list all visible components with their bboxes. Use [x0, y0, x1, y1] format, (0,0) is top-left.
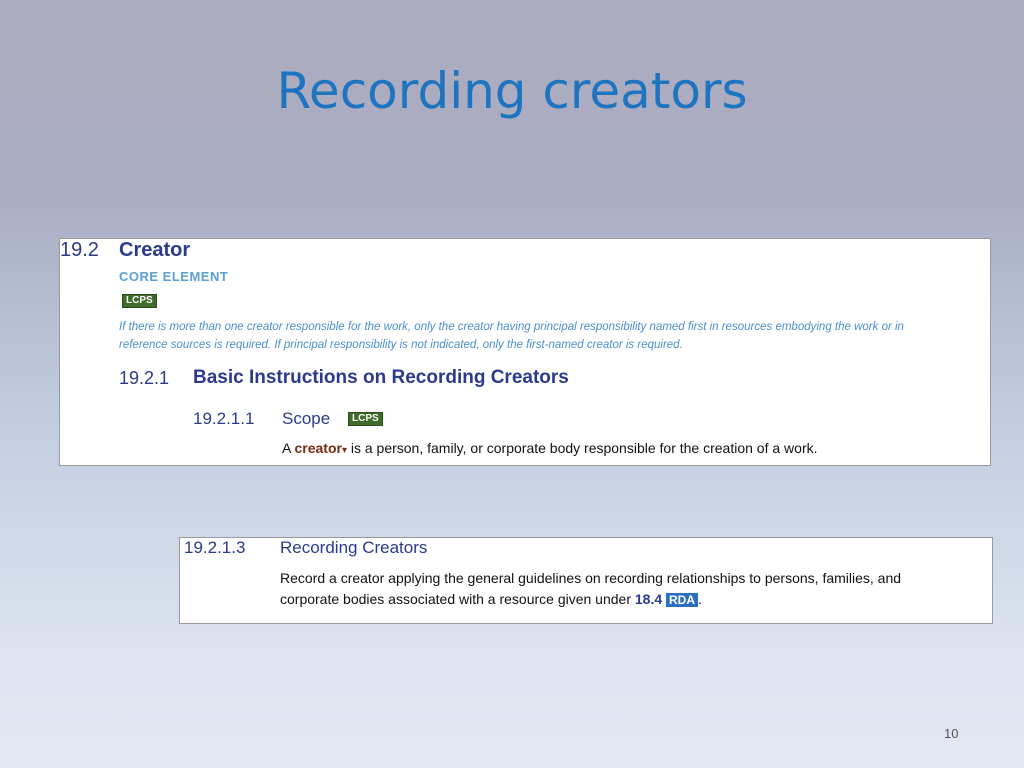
definition-prefix: A	[282, 440, 295, 456]
instruction-period: .	[698, 591, 702, 607]
creator-glossary-link[interactable]: creator	[294, 440, 341, 456]
instruction-line-1: Record a creator applying the general gu…	[280, 570, 902, 586]
core-note: If there is more than one creator respon…	[119, 318, 979, 354]
subsubsection-title: Scope	[282, 409, 331, 428]
instruction-line-2-text: corporate bodies associated with a resou…	[280, 591, 635, 607]
section-title: Recording Creators	[280, 538, 428, 557]
section-title: Creator	[119, 239, 191, 261]
lcps-badge[interactable]: LCPS	[122, 294, 157, 308]
section-number: 19.2	[60, 239, 99, 261]
core-note-line-1: If there is more than one creator respon…	[119, 321, 904, 333]
scope-lcps-badge[interactable]: LCPS	[348, 412, 383, 426]
core-element-label: CORE ELEMENT	[119, 269, 229, 284]
rda-excerpt-recording-creators: 19.2.1.3 Recording Creators Record a cre…	[179, 537, 993, 624]
instruction-line-2: corporate bodies associated with a resou…	[280, 589, 901, 610]
slide-number: 10	[944, 726, 959, 741]
creator-definition: A creator▾ is a person, family, or corpo…	[282, 440, 818, 456]
subsection-title: Basic Instructions on Recording Creators	[193, 367, 569, 388]
rda-18-4-link[interactable]: 18.4	[635, 591, 662, 607]
core-note-line-2: reference sources is required. If princi…	[119, 339, 683, 351]
instruction-text: Record a creator applying the general gu…	[280, 568, 901, 610]
subsection-number: 19.2.1	[119, 368, 170, 388]
definition-rest: is a person, family, or corporate body r…	[346, 440, 818, 456]
slide-title: Recording creators	[276, 62, 748, 120]
subsubsection-number: 19.2.1.1	[193, 409, 255, 428]
section-number: 19.2.1.3	[184, 538, 246, 557]
rda-excerpt-creator: 19.2 Creator CORE ELEMENT LCPS If there …	[59, 238, 991, 466]
rda-badge[interactable]: RDA	[666, 593, 699, 607]
